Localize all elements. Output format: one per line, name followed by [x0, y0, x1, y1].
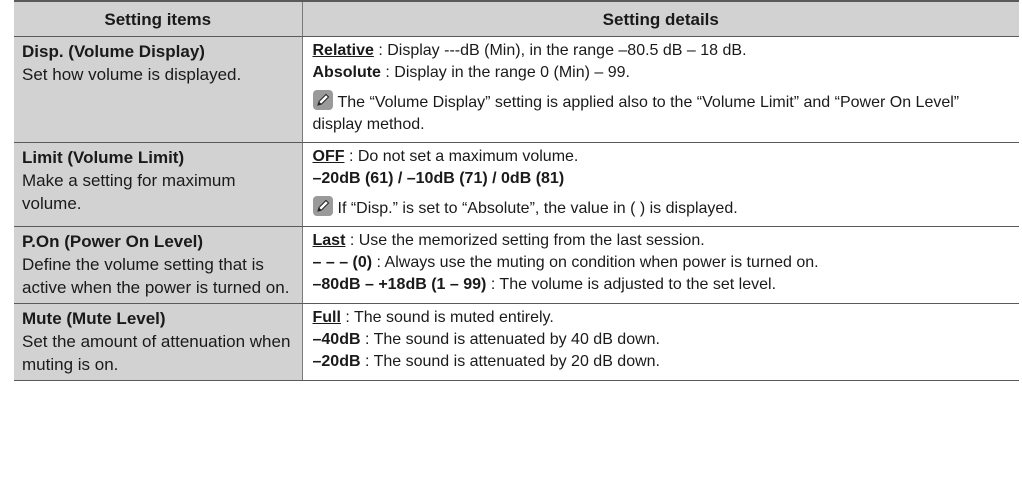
note-text: The “Volume Display” setting is applied … [312, 94, 960, 133]
setting-option: Last : Use the memorized setting from th… [313, 230, 1014, 252]
option-separator: : [486, 276, 500, 293]
table-header-row: Setting items Setting details [14, 0, 1019, 37]
option-key: – – – (0) [312, 254, 373, 271]
setting-option: Relative : Display ---dB (Min), in the r… [313, 40, 1014, 62]
option-key: Relative [312, 42, 374, 59]
table-row: Limit (Volume Limit) Make a setting for m… [14, 142, 1019, 227]
option-text: Always use the muting on condition when … [384, 254, 819, 271]
setting-option: Full : The sound is muted entirely. [313, 307, 1014, 329]
option-key: Absolute [312, 64, 381, 81]
option-separator: : [360, 353, 374, 370]
pencil-note-icon [312, 196, 333, 216]
header-setting-details: Setting details [302, 0, 1019, 37]
setting-option: –80dB – +18dB (1 – 99) : The volume is a… [313, 274, 1014, 296]
option-separator: : [344, 148, 358, 165]
setting-option: – – – (0) : Always use the muting on con… [313, 252, 1014, 274]
option-separator: : [345, 232, 359, 249]
pencil-note-icon [312, 90, 333, 110]
setting-details-cell: Last : Use the memorized setting from th… [302, 226, 1019, 304]
option-key: –80dB – +18dB (1 – 99) [312, 276, 487, 293]
table-row: Disp. (Volume Display) Set how volume is … [14, 36, 1019, 143]
note-text: If “Disp.” is set to “Absolute”, the val… [337, 200, 738, 217]
setting-option: –20dB (61) / –10dB (71) / 0dB (81) [313, 168, 1014, 190]
table-row: P.On (Power On Level) Define the volume s… [14, 226, 1019, 304]
setting-option: Absolute : Display in the range 0 (Min) … [313, 62, 1014, 84]
option-key: OFF [312, 148, 345, 165]
setting-item-title: Disp. (Volume Display) [22, 42, 205, 61]
setting-item-title: Limit (Volume Limit) [22, 148, 185, 167]
option-key: –20dB (61) / –10dB (71) / 0dB (81) [312, 170, 565, 187]
option-text: The volume is adjusted to the set level. [499, 276, 777, 293]
option-separator: : [360, 331, 374, 348]
setting-option: OFF : Do not set a maximum volume. [313, 146, 1014, 168]
setting-item-description: Make a setting for maximum volume. [22, 171, 236, 213]
note: The “Volume Display” setting is applied … [312, 90, 1014, 136]
setting-item-description: Define the volume setting that is active… [22, 255, 290, 297]
setting-option: –40dB : The sound is attenuated by 40 dB… [313, 329, 1014, 351]
setting-option: –20dB : The sound is attenuated by 20 dB… [313, 351, 1014, 373]
option-text: The sound is attenuated by 40 dB down. [373, 331, 660, 348]
setting-item-cell: Disp. (Volume Display) Set how volume is … [14, 36, 303, 143]
option-key: –40dB [312, 331, 361, 348]
option-separator: : [380, 64, 395, 81]
settings-table: Setting items Setting details Disp. (Vol… [14, 0, 1019, 381]
option-key: Full [312, 309, 341, 326]
setting-details-cell: OFF : Do not set a maximum volume. –20dB … [302, 142, 1019, 227]
option-separator: : [373, 42, 388, 59]
option-key: Last [312, 232, 346, 249]
setting-item-title: P.On (Power On Level) [22, 232, 204, 251]
setting-item-description: Set the amount of attenuation when mutin… [22, 332, 291, 374]
setting-details-cell: Relative : Display ---dB (Min), in the r… [302, 36, 1019, 143]
option-key: –20dB [312, 353, 361, 370]
option-text: Use the memorized setting from the last … [358, 232, 705, 249]
setting-item-title: Mute (Mute Level) [22, 309, 166, 328]
setting-item-cell: Mute (Mute Level) Set the amount of atten… [14, 303, 303, 381]
setting-details-cell: Full : The sound is muted entirely. –40dB… [302, 303, 1019, 381]
setting-item-cell: Limit (Volume Limit) Make a setting for m… [14, 142, 303, 227]
table-row: Mute (Mute Level) Set the amount of atten… [14, 303, 1019, 381]
option-text: Display ---dB (Min), in the range –80.5 … [387, 42, 747, 59]
option-separator: : [372, 254, 385, 271]
option-separator: : [340, 309, 354, 326]
note: If “Disp.” is set to “Absolute”, the val… [312, 196, 1014, 220]
setting-item-cell: P.On (Power On Level) Define the volume s… [14, 226, 303, 304]
option-text: Display in the range 0 (Min) – 99. [394, 64, 630, 81]
option-text: The sound is muted entirely. [353, 309, 554, 326]
setting-item-description: Set how volume is displayed. [22, 65, 242, 84]
option-text: Do not set a maximum volume. [357, 148, 579, 165]
header-setting-items: Setting items [14, 0, 303, 37]
table-body: Disp. (Volume Display) Set how volume is … [14, 36, 1019, 381]
option-text: The sound is attenuated by 20 dB down. [373, 353, 660, 370]
